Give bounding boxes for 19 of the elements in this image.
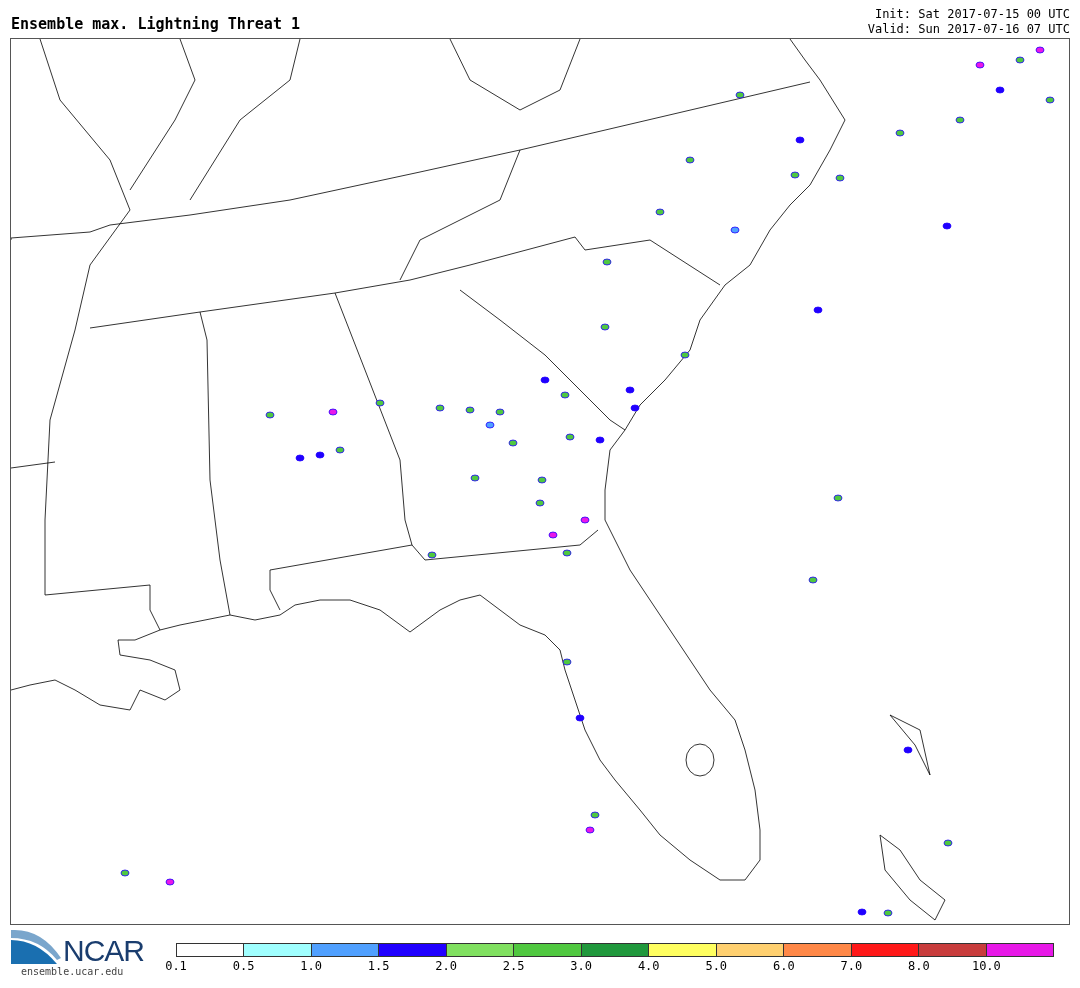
scale-label: 3.0 — [570, 959, 593, 973]
scale-label: 2.0 — [435, 959, 457, 973]
logo-url: ensemble.ucar.edu — [20, 966, 125, 977]
init-time: Init: Sat 2017-07-15 00 UTC — [874, 7, 1070, 22]
scale-label: 10.0 — [971, 959, 1001, 973]
scale-label: 4.0 — [637, 959, 660, 973]
swoosh-icon — [11, 928, 63, 966]
scale-label: 6.0 — [772, 959, 795, 973]
scale-label: 2.5 — [502, 959, 525, 973]
map-title: Ensemble max. Lightning Threat 1 — [11, 15, 300, 35]
valid-time: Valid: Sun 2017-07-16 07 UTC — [867, 22, 1070, 37]
logo-text: NCAR — [63, 936, 144, 966]
scale-label: 1.5 — [367, 959, 390, 973]
scale-label: 5.0 — [705, 959, 728, 973]
scale-label: 8.0 — [908, 959, 930, 973]
scale-label: 0.1 — [165, 959, 187, 973]
scale-label: 0.5 — [232, 959, 255, 973]
scale-label: 7.0 — [840, 959, 863, 973]
scale-label: 1.0 — [300, 959, 322, 973]
